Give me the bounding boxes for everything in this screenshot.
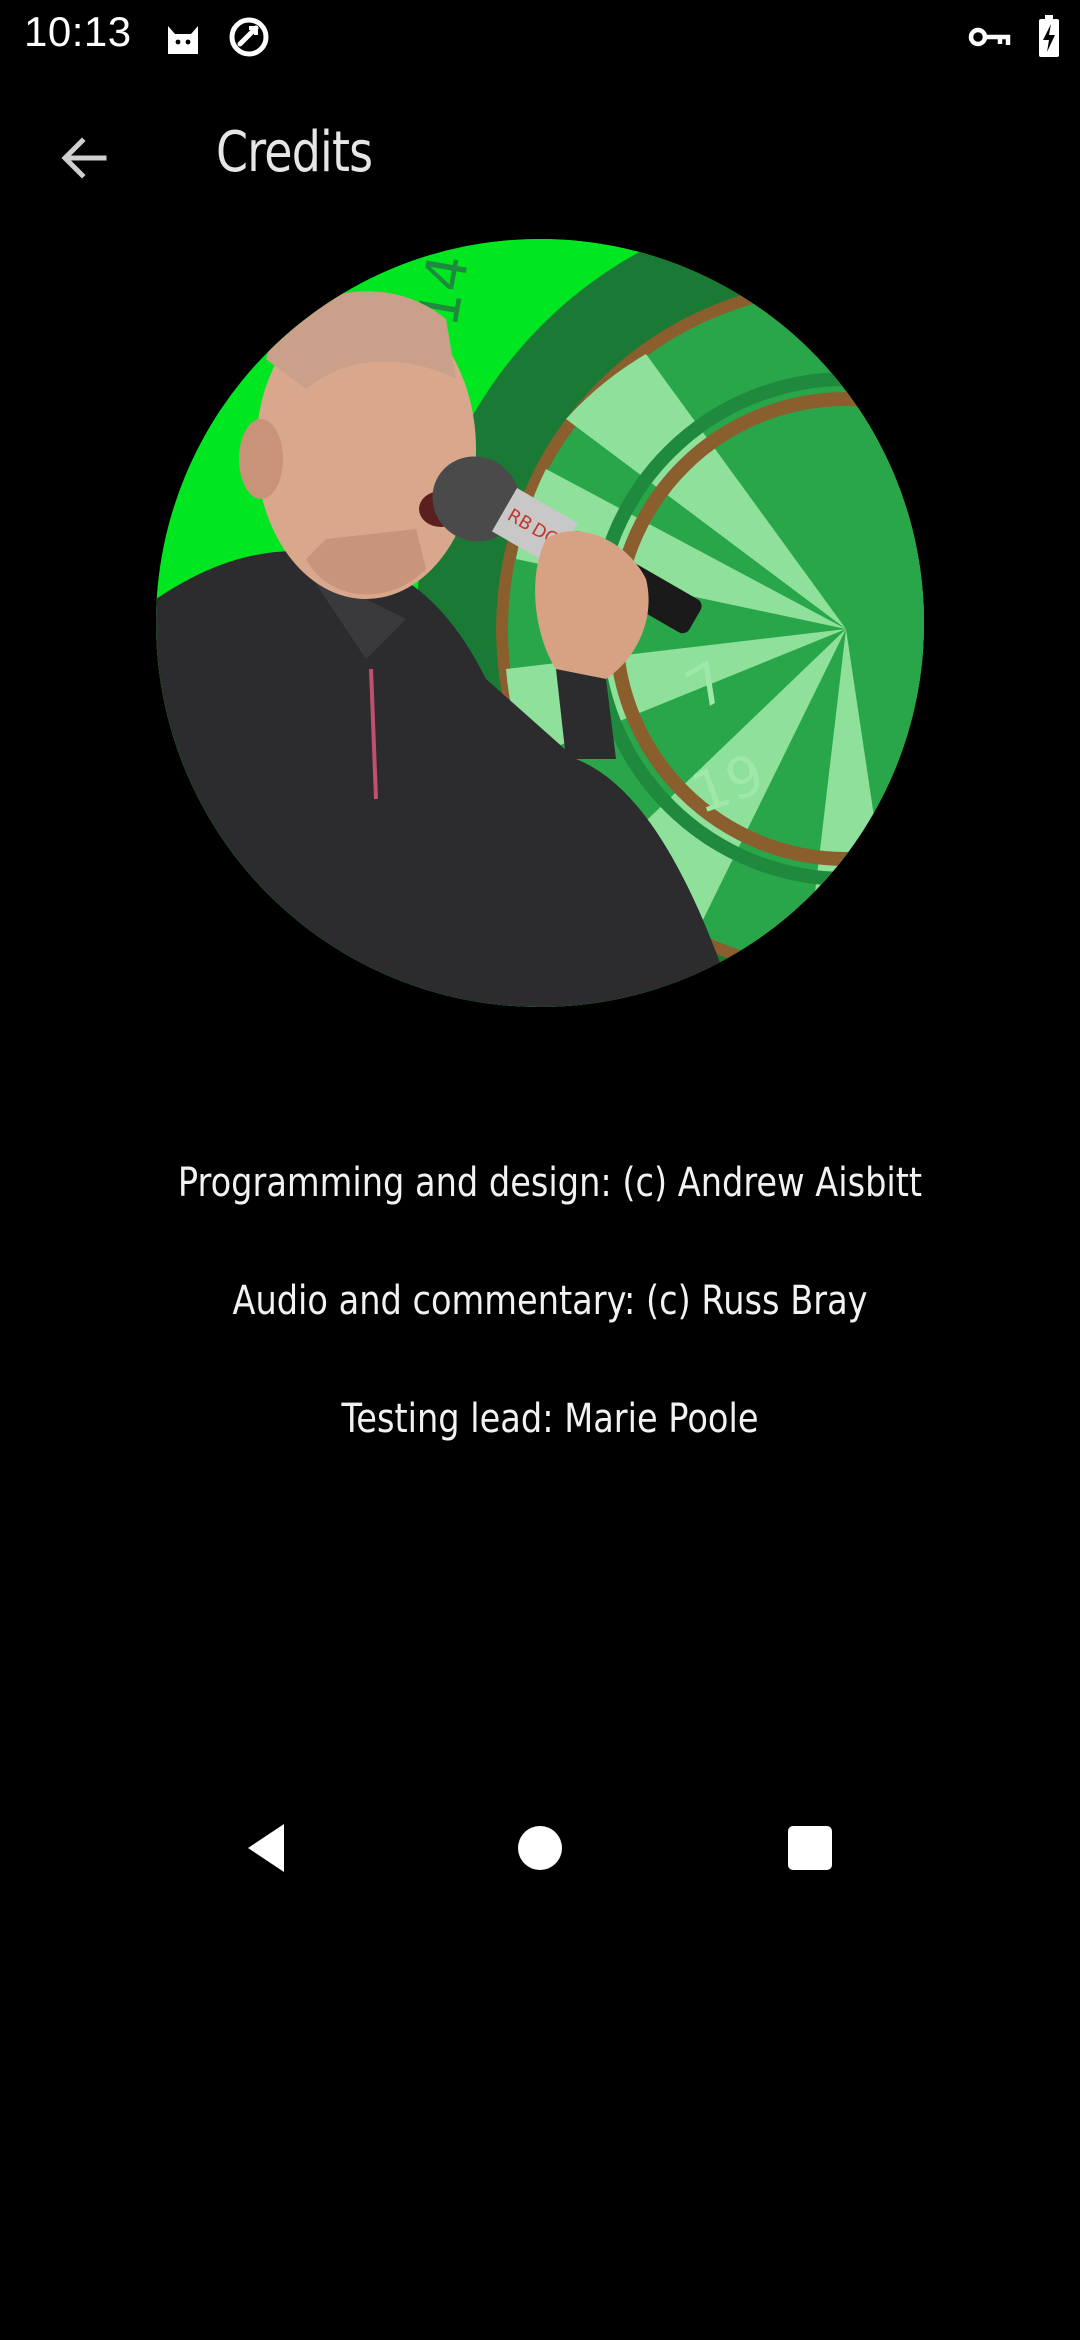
credit-programming: Programming and design: (c) Andrew Aisbi…	[177, 1160, 923, 1206]
status-time: 10:13	[24, 8, 132, 55]
system-nav-bar	[0, 1790, 1080, 1910]
back-button[interactable]	[44, 120, 124, 200]
credit-testing: Testing lead: Marie Poole	[341, 1396, 759, 1442]
nav-recents-button[interactable]	[770, 1810, 850, 1890]
arrow-back-icon	[56, 130, 112, 191]
status-bar: 10:13	[0, 0, 1080, 72]
sync-circle-icon	[226, 14, 272, 60]
cat-notification-icon	[160, 14, 206, 60]
nav-back-icon	[238, 1818, 298, 1883]
app-bar: Credits	[0, 72, 1080, 240]
nav-home-icon	[510, 1818, 570, 1883]
battery-charging-icon	[1026, 14, 1072, 60]
vpn-key-icon	[966, 14, 1012, 60]
nav-recents-icon	[780, 1818, 840, 1883]
credit-audio: Audio and commentary: (c) Russ Bray	[232, 1278, 868, 1324]
nav-home-button[interactable]	[500, 1810, 580, 1890]
credits-avatar-image: 14 11 19 7 RB DC	[156, 239, 924, 1007]
nav-back-button[interactable]	[228, 1810, 308, 1890]
page-title: Credits	[216, 120, 373, 185]
